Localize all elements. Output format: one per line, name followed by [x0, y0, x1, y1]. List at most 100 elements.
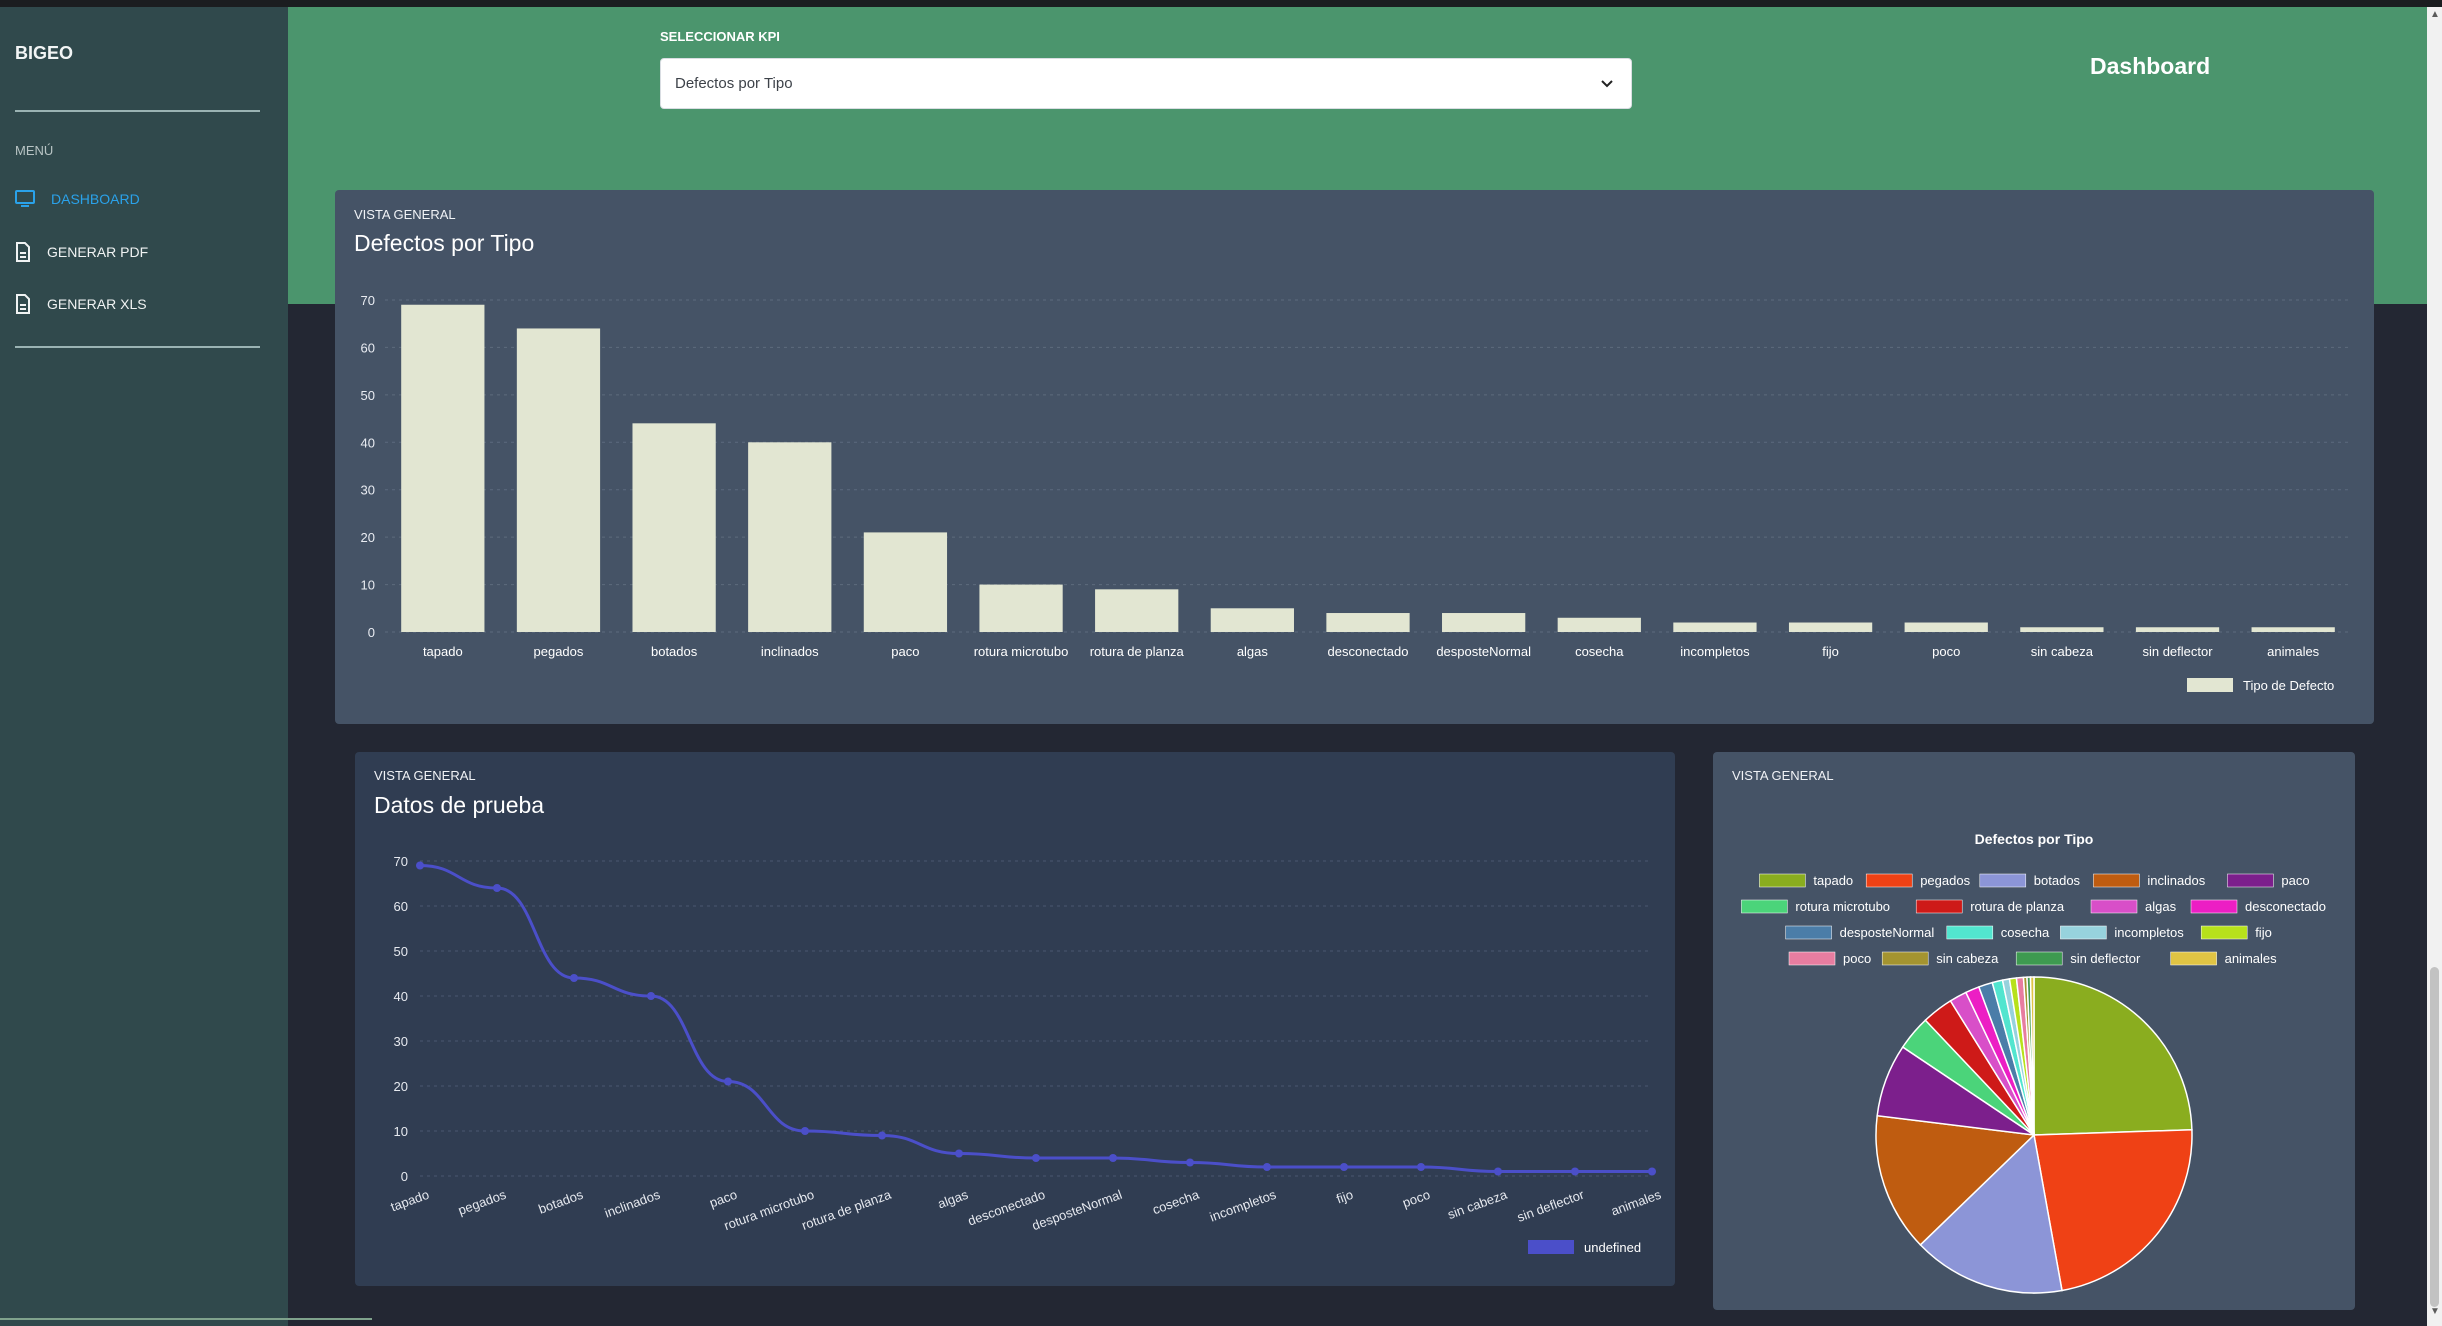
legend-swatch	[1865, 873, 1913, 888]
pie-chart: Defectos por Tipo tapado pegados botados inc…	[1741, 831, 2326, 1294]
y-tick-label: 30	[394, 1034, 408, 1049]
legend-label: undefined	[1584, 1240, 1641, 1255]
legend-label: botados	[2034, 873, 2081, 888]
bar	[1210, 608, 1294, 632]
x-tick-label: cosecha	[1150, 1186, 1201, 1217]
pie-title: Defectos por Tipo	[1975, 831, 2094, 847]
x-tick-label: sin cabeza	[1445, 1186, 1509, 1222]
x-tick-label: algas	[1237, 644, 1269, 659]
data-point	[1494, 1167, 1502, 1176]
bar	[748, 442, 832, 632]
x-tick-label: poco	[1400, 1187, 1432, 1211]
x-tick-label: fijo	[1334, 1187, 1355, 1207]
sidebar-item-label: GENERAR XLS	[47, 296, 147, 312]
legend-swatch	[1915, 899, 1963, 914]
x-tick-label: sin deflector	[2142, 644, 2213, 659]
legend-swatch	[1788, 951, 1836, 966]
legend-label: animales	[2225, 951, 2278, 966]
legend-label: incompletos	[2114, 925, 2184, 940]
x-tick-label: incompletos	[1208, 1187, 1279, 1225]
data-point	[1571, 1167, 1579, 1176]
x-tick-label: inclinados	[761, 644, 819, 659]
data-point	[416, 861, 424, 870]
y-tick-label: 50	[361, 388, 375, 403]
x-tick-label: paco	[891, 644, 919, 659]
line-chart: 0 10 20 30 40 50 60 70 tapado pegados botados incli…	[389, 854, 1664, 1255]
data-point	[1109, 1154, 1117, 1162]
x-tick-label: animales	[2267, 644, 2320, 659]
data-point	[1340, 1163, 1348, 1171]
data-point	[878, 1131, 886, 1140]
data-point	[1186, 1158, 1194, 1167]
bar	[401, 304, 485, 632]
sidebar-item-generar-pdf[interactable]: GENERAR PDF	[15, 242, 148, 262]
legend-label: sin deflector	[2070, 951, 2141, 966]
bar	[1442, 613, 1526, 632]
bar	[2135, 627, 2220, 632]
series-line	[419, 864, 1652, 1173]
kpi-select[interactable]: Defectos por Tipo	[660, 58, 1632, 109]
x-tick-label: inclinados	[603, 1187, 663, 1221]
bar	[1326, 613, 1410, 632]
legend-label: tapado	[1813, 873, 1853, 888]
brand-logo-text[interactable]: BIGEO	[15, 43, 73, 64]
chevron-down-icon	[1599, 76, 1615, 97]
x-tick-label: desconectado	[1328, 644, 1409, 659]
x-tick-label: pegados	[456, 1187, 508, 1218]
legend-swatch	[2190, 899, 2238, 914]
data-point	[647, 992, 655, 1000]
bar	[2020, 627, 2104, 632]
y-tick-label: 50	[394, 944, 408, 959]
bar	[1788, 622, 1873, 632]
legend-label: rotura de planza	[1970, 899, 2065, 914]
legend-swatch	[2060, 925, 2107, 940]
legend-label: desconectado	[2245, 899, 2326, 914]
window-top-edge	[0, 0, 2442, 7]
sidebar-item-dashboard[interactable]: DASHBOARD	[15, 190, 140, 208]
legend-swatch	[1979, 873, 2027, 888]
sidebar-divider	[15, 110, 260, 112]
legend-label: rotura microtubo	[1795, 899, 1890, 914]
y-tick-label: 20	[394, 1079, 408, 1094]
card-pie-chart: VISTA GENERAL Defectos por Tipo tapado peg…	[1713, 752, 2355, 1310]
bar	[2251, 627, 2335, 632]
y-tick-label: 70	[394, 854, 408, 869]
legend-label: sin cabeza	[1936, 951, 1999, 966]
y-tick-label: 40	[394, 989, 408, 1004]
legend-swatch	[2170, 951, 2217, 966]
legend-swatch	[1785, 925, 1832, 940]
scroll-up-arrow-icon[interactable]: ▲	[2430, 9, 2440, 20]
scroll-down-arrow-icon[interactable]: ▼	[2430, 1306, 2440, 1317]
scrollbar-thumb[interactable]	[2430, 967, 2439, 1307]
bar-chart: 0 10 20 30 40 50 60 70 tapado pegados botados incli…	[361, 293, 2351, 693]
bar	[1673, 622, 1757, 632]
x-tick-label: tapado	[423, 644, 463, 659]
x-tick-label: botados	[536, 1187, 585, 1217]
legend-swatch	[2227, 873, 2274, 888]
legend-label: algas	[2145, 899, 2177, 914]
bar	[632, 423, 716, 632]
data-point	[724, 1077, 732, 1086]
pie-slice	[2033, 976, 2193, 1136]
x-tick-label: tapado	[389, 1187, 431, 1215]
legend-swatch	[1759, 873, 1806, 888]
legend-label: inclinados	[2147, 873, 2205, 888]
bar	[863, 532, 948, 632]
legend-swatch	[2090, 899, 2138, 914]
bar	[1095, 589, 1179, 632]
bar	[1557, 617, 1641, 632]
legend-swatch	[2200, 925, 2248, 940]
x-tick-label: rotura de planza	[1090, 644, 1185, 659]
legend-label: paco	[2281, 873, 2309, 888]
y-tick-label: 60	[394, 899, 408, 914]
x-tick-label: cosecha	[1575, 644, 1624, 659]
sidebar-item-label: GENERAR PDF	[47, 244, 149, 260]
y-tick-label: 70	[361, 293, 375, 308]
legend-swatch	[1881, 951, 1929, 966]
sidebar-item-generar-xls[interactable]: GENERAR XLS	[15, 294, 147, 314]
y-tick-label: 10	[361, 578, 375, 593]
data-point	[570, 974, 578, 982]
y-tick-label: 10	[394, 1124, 408, 1139]
data-point	[1032, 1154, 1040, 1162]
bottom-edge-line	[0, 1318, 372, 1320]
